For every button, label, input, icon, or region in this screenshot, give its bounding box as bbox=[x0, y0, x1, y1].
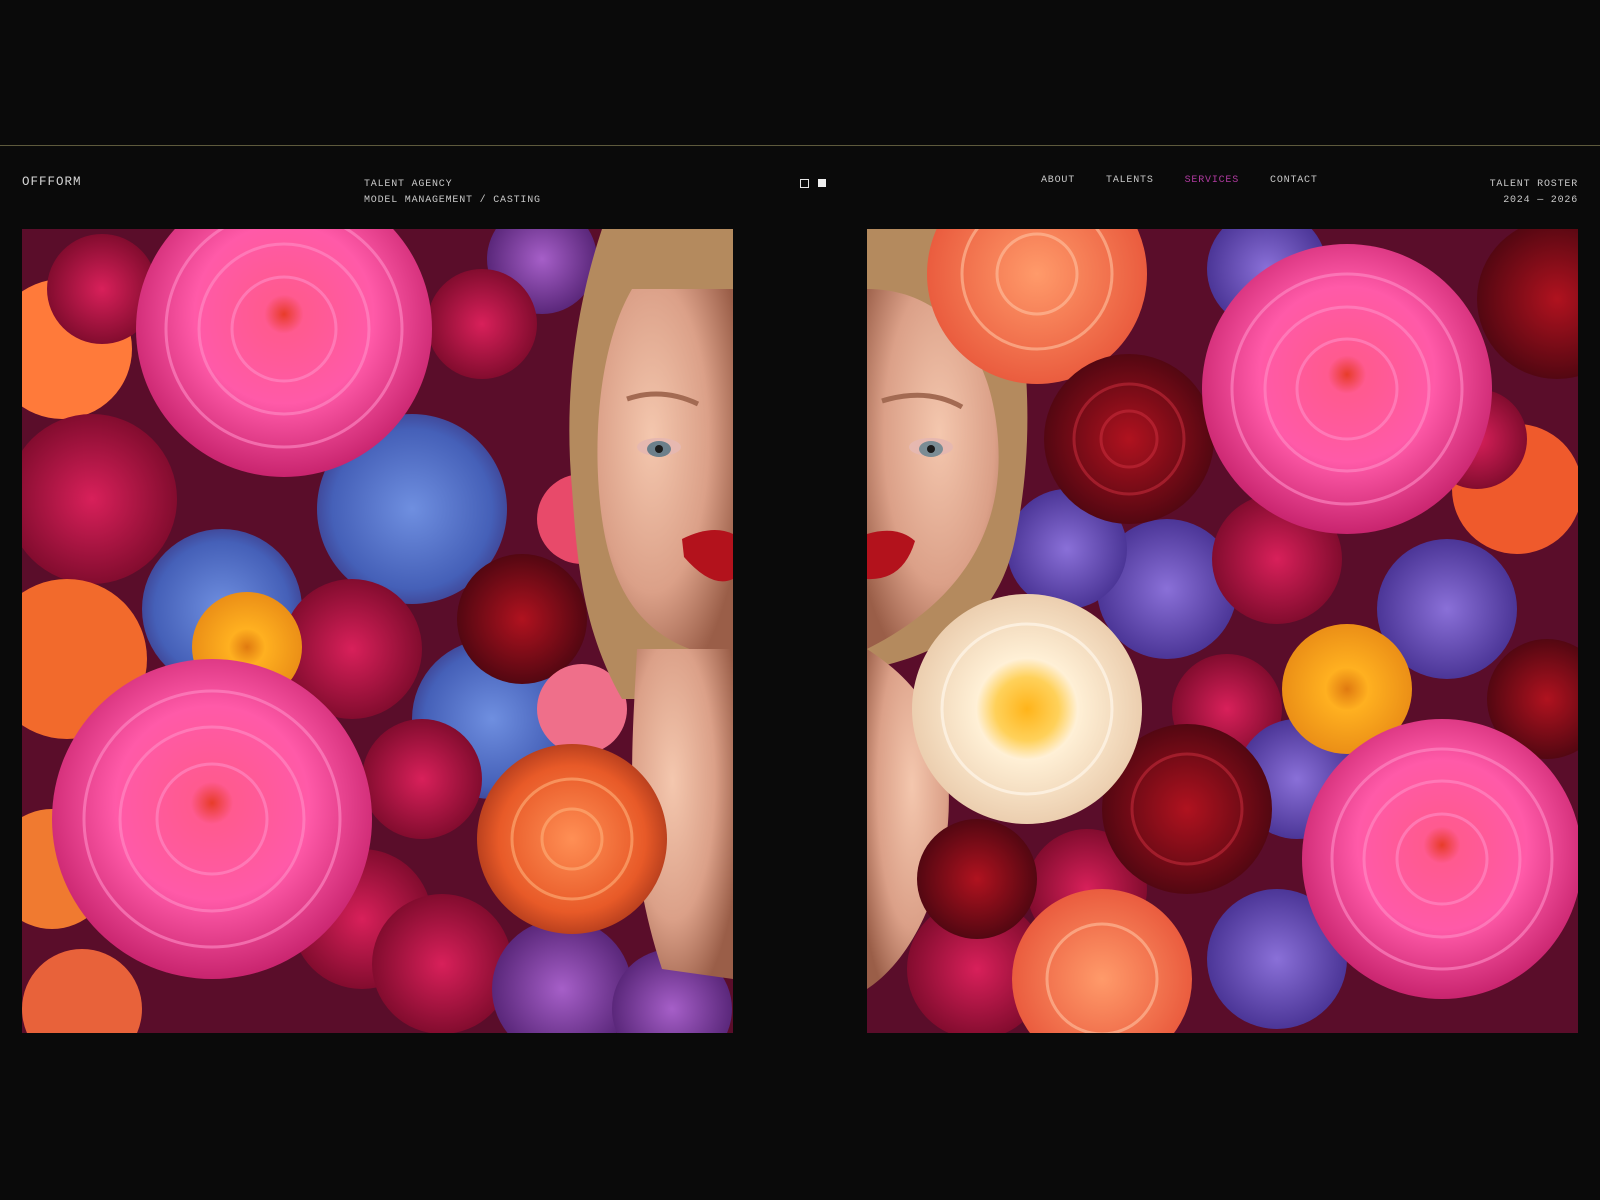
tagline-line-2: MODEL MANAGEMENT / CASTING bbox=[364, 194, 541, 206]
gallery-image-left[interactable] bbox=[22, 229, 733, 1033]
floral-portrait-right bbox=[867, 229, 1578, 1033]
gallery-image-right[interactable] bbox=[867, 229, 1578, 1033]
nav-contact[interactable]: CONTACT bbox=[1270, 175, 1318, 186]
roster-years: 2024 — 2026 bbox=[1503, 194, 1578, 206]
view-toggle bbox=[800, 177, 826, 189]
single-view-icon[interactable] bbox=[818, 179, 826, 187]
grid-view-icon[interactable] bbox=[800, 178, 809, 188]
roster-title: TALENT ROSTER bbox=[1489, 179, 1578, 190]
brand-logo[interactable]: OFFFORM bbox=[22, 175, 82, 189]
main-nav: ABOUT TALENTS SERVICES CONTACT bbox=[1041, 175, 1318, 186]
talent-roster-label: TALENT ROSTER 2024 — 2026 bbox=[1490, 177, 1578, 208]
floral-portrait-left bbox=[22, 229, 733, 1033]
nav-about[interactable]: ABOUT bbox=[1041, 175, 1075, 186]
nav-talents[interactable]: TALENTS bbox=[1106, 175, 1154, 186]
tagline-line-1: TALENT AGENCY bbox=[364, 179, 453, 190]
nav-services[interactable]: SERVICES bbox=[1185, 175, 1239, 186]
agency-tagline: TALENT AGENCY MODEL MANAGEMENT / CASTING bbox=[364, 177, 541, 208]
site-header: OFFFORM TALENT AGENCY MODEL MANAGEMENT /… bbox=[0, 146, 1600, 226]
